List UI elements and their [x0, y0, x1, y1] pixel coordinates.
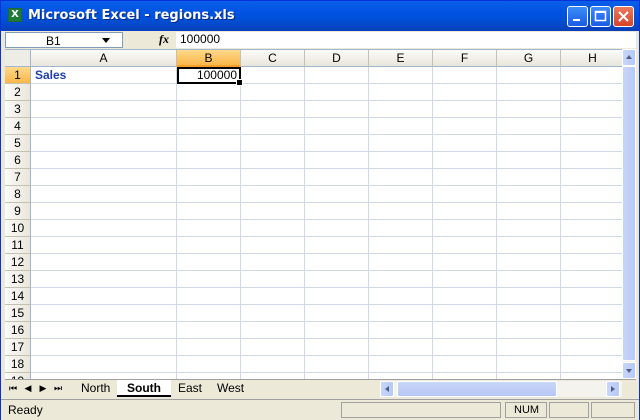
- gridline: [496, 67, 497, 380]
- scroll-right-button[interactable]: [606, 381, 620, 397]
- insert-function-button[interactable]: fx: [159, 32, 169, 47]
- gridline: [240, 67, 241, 380]
- status-ready: Ready: [8, 403, 43, 417]
- gridline: [31, 270, 622, 271]
- close-icon: [618, 11, 629, 22]
- gridline: [31, 355, 622, 356]
- maximize-icon: [594, 10, 607, 22]
- column-header-b[interactable]: B: [177, 50, 241, 67]
- gridline: [31, 253, 622, 254]
- row-header-17[interactable]: 17: [5, 339, 31, 356]
- maximize-button[interactable]: [590, 6, 611, 27]
- horizontal-scrollbar[interactable]: [380, 381, 622, 397]
- row-header-12[interactable]: 12: [5, 254, 31, 271]
- row-header-8[interactable]: 8: [5, 186, 31, 203]
- excel-window: Microsoft Excel - regions.xls B1 fx 1000…: [0, 0, 640, 420]
- row-header-11[interactable]: 11: [5, 237, 31, 254]
- prev-sheet-icon[interactable]: ◀: [22, 382, 34, 396]
- column-header-d[interactable]: D: [305, 50, 369, 67]
- sheet-tab-south[interactable]: South: [117, 380, 171, 397]
- gridline: [560, 67, 561, 380]
- sheet-tab-bar: ⏮ ◀ ▶ ⏭ North South East West: [5, 379, 636, 398]
- gridline: [31, 338, 622, 339]
- column-header-a[interactable]: A: [31, 50, 177, 67]
- arrow-left-icon: [385, 386, 389, 392]
- row-header-13[interactable]: 13: [5, 271, 31, 288]
- row-header-14[interactable]: 14: [5, 288, 31, 305]
- gridline: [304, 67, 305, 380]
- gridline: [31, 168, 622, 169]
- gridline: [31, 321, 622, 322]
- gridline: [31, 83, 622, 84]
- row-header-18[interactable]: 18: [5, 356, 31, 373]
- row-header-7[interactable]: 7: [5, 169, 31, 186]
- vertical-scroll-thumb[interactable]: [622, 66, 636, 361]
- row-header-4[interactable]: 4: [5, 118, 31, 135]
- row-header-9[interactable]: 9: [5, 203, 31, 220]
- num-lock-indicator: NUM: [505, 402, 547, 418]
- horizontal-scroll-thumb[interactable]: [397, 381, 557, 397]
- column-header-f[interactable]: F: [433, 50, 497, 67]
- sheet-tab-west[interactable]: West: [207, 380, 254, 397]
- row-header-15[interactable]: 15: [5, 305, 31, 322]
- arrow-right-icon: [611, 386, 615, 392]
- minimize-button[interactable]: [567, 6, 588, 27]
- close-button[interactable]: [613, 6, 634, 27]
- name-box[interactable]: B1: [5, 32, 123, 48]
- cell-a1[interactable]: Sales: [35, 68, 66, 82]
- gridline: [176, 67, 177, 380]
- chevron-down-icon[interactable]: [102, 38, 110, 43]
- row-header-1[interactable]: 1: [5, 67, 31, 84]
- column-header-g[interactable]: G: [497, 50, 561, 67]
- row-header-5[interactable]: 5: [5, 135, 31, 152]
- minimize-icon: [573, 19, 580, 21]
- gridline: [368, 67, 369, 380]
- arrow-down-icon: [626, 369, 632, 373]
- gridline: [31, 219, 622, 220]
- gridline: [31, 100, 622, 101]
- gridline: [31, 202, 622, 203]
- gridline: [31, 372, 622, 373]
- row-header-2[interactable]: 2: [5, 84, 31, 101]
- select-all-corner[interactable]: [5, 50, 31, 67]
- next-sheet-icon[interactable]: ▶: [37, 382, 49, 396]
- scroll-left-button[interactable]: [380, 381, 394, 397]
- sheet-tab-east[interactable]: East: [168, 380, 212, 397]
- sheet-tab-north[interactable]: North: [71, 380, 120, 397]
- row-header-16[interactable]: 16: [5, 322, 31, 339]
- row-header-10[interactable]: 10: [5, 220, 31, 237]
- scroll-down-button[interactable]: [622, 362, 636, 379]
- column-header-c[interactable]: C: [241, 50, 305, 67]
- excel-app-icon[interactable]: [8, 8, 22, 22]
- gridline: [31, 304, 622, 305]
- column-header-h[interactable]: H: [561, 50, 622, 67]
- scroll-up-button[interactable]: [622, 49, 636, 66]
- gridline: [31, 236, 622, 237]
- status-pane: [549, 402, 589, 418]
- gridline: [31, 287, 622, 288]
- first-sheet-icon[interactable]: ⏮: [7, 382, 19, 396]
- status-bar: Ready NUM: [1, 399, 639, 420]
- vertical-scrollbar[interactable]: [622, 49, 636, 379]
- status-pane: [341, 402, 501, 418]
- arrow-up-icon: [626, 55, 632, 59]
- worksheet-grid[interactable]: A B C D E F G H 1 2 3 4 5 6 7 8 9 10 11 …: [5, 49, 622, 380]
- gridline: [31, 185, 622, 186]
- gridline: [31, 117, 622, 118]
- formula-input[interactable]: 100000: [176, 32, 636, 48]
- row-header-3[interactable]: 3: [5, 101, 31, 118]
- name-box-value: B1: [46, 34, 61, 48]
- column-header-e[interactable]: E: [369, 50, 433, 67]
- cell-area[interactable]: Sales 100000: [31, 67, 622, 380]
- last-sheet-icon[interactable]: ⏭: [52, 382, 64, 396]
- gridline: [31, 134, 622, 135]
- title-bar[interactable]: Microsoft Excel - regions.xls: [1, 1, 639, 31]
- status-pane: [591, 402, 635, 418]
- gridline: [31, 151, 622, 152]
- gridline: [432, 67, 433, 380]
- formula-bar: B1 fx 100000: [1, 31, 639, 49]
- cell-b1-selected[interactable]: 100000: [177, 67, 243, 86]
- window-title: Microsoft Excel - regions.xls: [28, 8, 235, 23]
- row-header-6[interactable]: 6: [5, 152, 31, 169]
